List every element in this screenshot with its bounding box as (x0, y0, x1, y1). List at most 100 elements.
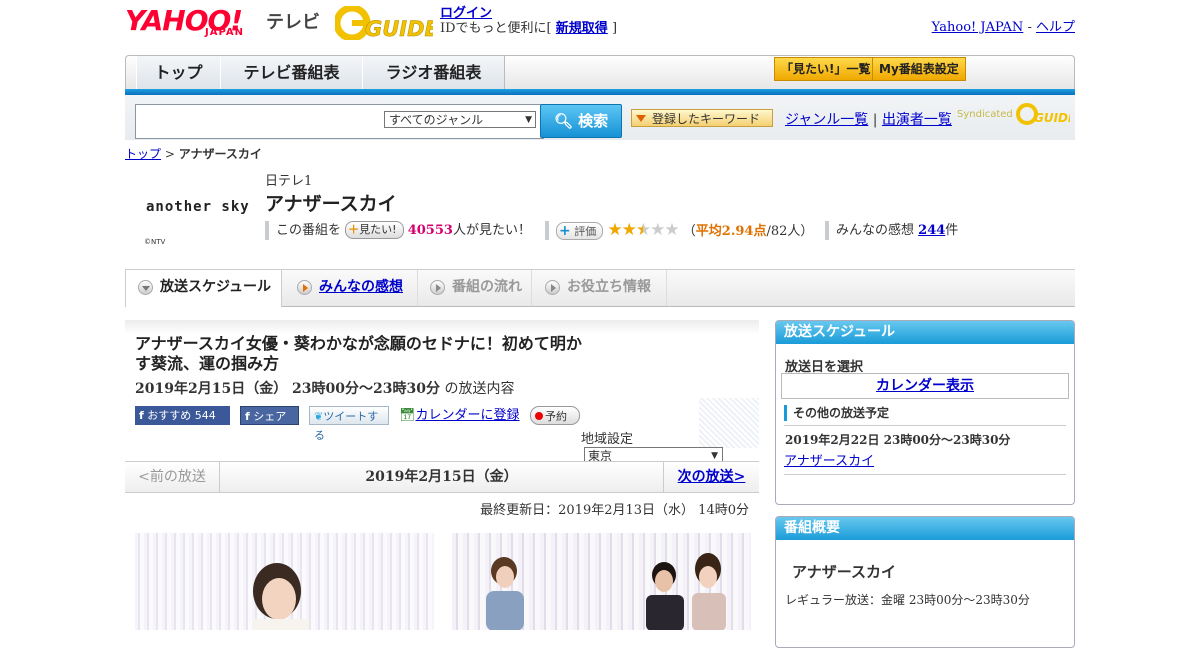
help-link[interactable]: ヘルプ (1036, 20, 1075, 35)
gnav-tab-tv-schedule[interactable]: テレビ番組表 (220, 56, 363, 90)
search-icon: 🔍︎ (553, 112, 573, 130)
rate-button[interactable]: + 評価 (556, 222, 604, 240)
calendar-register: 📅︎カレンダーに登録 (399, 406, 520, 425)
channel-name: 日テレ1 (265, 174, 313, 189)
episode-photo (452, 533, 751, 630)
search-bar: すべてのジャンル ▼ 🔍︎ 検索 登録したキーワード ジャンル一覧 | 出演者一… (125, 95, 1077, 140)
other-schedule-heading: その他の放送予定 (784, 405, 889, 421)
triangle-down-icon (636, 115, 646, 122)
star-icon: ★ (650, 220, 665, 240)
syndicated-badge: Syndicated GUIDE (957, 103, 1077, 125)
mitai-button-label: 見たい! (359, 223, 397, 236)
tweet-button[interactable]: ❦ツイートする (309, 406, 389, 442)
episode-header: アナザースカイ女優・葵わかなが念願のセドナに！初めて明かす葵流、運の掴み方 20… (125, 320, 759, 463)
gguide-logo-text: GUIDE (365, 17, 433, 40)
login-link[interactable]: ログイン (440, 6, 492, 21)
episode-title: アナザースカイ女優・葵わかなが念願のセドナに！初めて明かす葵流、運の掴み方 (135, 334, 582, 373)
divider (825, 221, 829, 240)
calendar-display-button[interactable]: カレンダー表示 (781, 373, 1069, 399)
last-updated: 最終更新日：2019年2月13日（水） 14時0分 (480, 503, 749, 518)
current-broadcast-date: 2019年2月15日（金） (365, 469, 518, 485)
record-dot-icon (535, 412, 543, 420)
id-promo-text-end: ] (611, 21, 618, 36)
tab-impressions[interactable]: みんなの感想 (285, 270, 418, 306)
episode-date-line: 2019年2月15日（金） 23時00分～23時30分 の放送内容 (135, 378, 514, 398)
facebook-share-button[interactable]: f シェア (240, 406, 299, 425)
facebook-icon: f (139, 409, 144, 422)
next-broadcast-link[interactable]: 次の放送> (678, 469, 746, 485)
breadcrumb-top-link[interactable]: トップ (125, 147, 161, 161)
yahoo-japan-logo-text: JAPAN (205, 27, 244, 38)
reserve-label: 予約 (545, 410, 567, 423)
dropdown-arrow-icon: ▼ (525, 115, 532, 125)
divider (545, 221, 549, 240)
facebook-recommend-button[interactable]: f おすすめ 544 (135, 406, 230, 425)
prev-broadcast: <前の放送 (125, 462, 220, 492)
mitai-list-button[interactable]: 「見たい!」一覧 (774, 57, 878, 81)
yahoo-japan-link[interactable]: Yahoo! JAPAN (932, 20, 1024, 35)
breadcrumb-current: アナザースカイ (178, 147, 262, 161)
tv-logo-text[interactable]: テレビ (266, 8, 320, 34)
my-bangumi-settings-button[interactable]: My番組表設定 (872, 57, 966, 81)
impressions-suffix: 件 (945, 223, 959, 238)
search-button-label: 検索 (578, 112, 609, 130)
search-button[interactable]: 🔍︎ 検索 (540, 104, 622, 138)
reserve-button[interactable]: 予約 (530, 406, 580, 425)
mitai-button[interactable]: ＋見たい! (345, 221, 404, 239)
other-schedule-date: 2019年2月22日 23時00分～23時30分 (785, 433, 1011, 447)
divider (784, 474, 1066, 475)
episode-date-suffix: の放送内容 (444, 381, 515, 397)
circle-arrow-icon (430, 280, 445, 295)
tab-flow-label: 番組の流れ (452, 279, 522, 295)
tab-impressions-label: みんなの感想 (319, 279, 403, 295)
tab-schedule[interactable]: 放送スケジュール (125, 270, 282, 307)
rating-count: /82人） (766, 224, 814, 239)
facebook-share-label: シェア (253, 410, 287, 423)
tab-info-label: お役立ち情報 (567, 279, 651, 295)
facebook-recommend-label: おすすめ 544 (147, 409, 216, 422)
star-icon: ★ (607, 220, 622, 240)
impressions-count-link[interactable]: 244 (918, 223, 945, 238)
summary-box: 番組概要 アナザースカイ レギュラー放送：金曜 23時00分～23時30分 (775, 516, 1075, 648)
plus-icon: ＋ (348, 223, 360, 236)
genre-list-link[interactable]: ジャンル一覧 (785, 112, 868, 128)
broadcast-pager: <前の放送 2019年2月15日（金） 次の放送> (125, 461, 759, 493)
next-broadcast: 次の放送> (663, 462, 759, 492)
this-program-label: この番組を (276, 223, 342, 238)
other-schedule-title-link[interactable]: アナザースカイ (784, 450, 874, 469)
schedule-box: 放送スケジュール 放送日を選択 カレンダー表示 その他の放送予定 2019年2月… (775, 320, 1075, 505)
gguide-logo[interactable]: GUIDE (335, 6, 433, 40)
genre-select[interactable]: すべてのジャンル ▼ (384, 111, 536, 128)
impressions-label: みんなの感想 (836, 223, 915, 238)
registered-keyword-button[interactable]: 登録したキーワード (631, 109, 773, 127)
divider (265, 221, 269, 240)
divider (784, 425, 1066, 426)
id-promo-text: IDでもっと便利に[ (440, 21, 552, 36)
mitai-row: この番組を ＋見たい! 40553人が見たい！ (276, 221, 531, 240)
signup-link[interactable]: 新規取得 (556, 21, 608, 36)
tab-flow[interactable]: 番組の流れ (418, 270, 532, 306)
program-logo-credit: ©NTV (144, 238, 166, 246)
calendar-register-link[interactable]: カレンダーに登録 (416, 408, 520, 423)
rate-button-label: 評価 (574, 225, 597, 238)
average-open: （ (682, 224, 696, 239)
search-links: ジャンル一覧 | 出演者一覧 (785, 109, 952, 129)
calendar-display-link[interactable]: カレンダー表示 (876, 378, 974, 394)
gnav-tab-top[interactable]: トップ (136, 56, 221, 90)
program-title: アナザースカイ (265, 193, 397, 215)
performer-list-link[interactable]: 出演者一覧 (882, 112, 952, 128)
program-logo: another sky (146, 199, 250, 215)
facebook-icon: f (245, 410, 250, 423)
circle-arrow-icon (545, 280, 560, 295)
login-area: ログイン IDでもっと便利に[ 新規取得 ] (440, 6, 617, 36)
tweet-label: ツイートする (314, 410, 379, 442)
syndicated-text: Syndicated (957, 109, 1013, 120)
people-silhouette (486, 553, 726, 630)
average-score: 平均2.94点 (695, 224, 767, 239)
episode-photo (135, 533, 434, 630)
tab-info[interactable]: お役立ち情報 (533, 270, 667, 306)
star-icon: ★ (664, 220, 679, 240)
search-links-pipe: | (872, 112, 878, 128)
site-header: YAHOO! JAPAN テレビ GUIDE ログイン IDでもっと便利に[ 新… (0, 0, 1200, 50)
gnav-tab-radio-schedule[interactable]: ラジオ番組表 (362, 56, 505, 90)
